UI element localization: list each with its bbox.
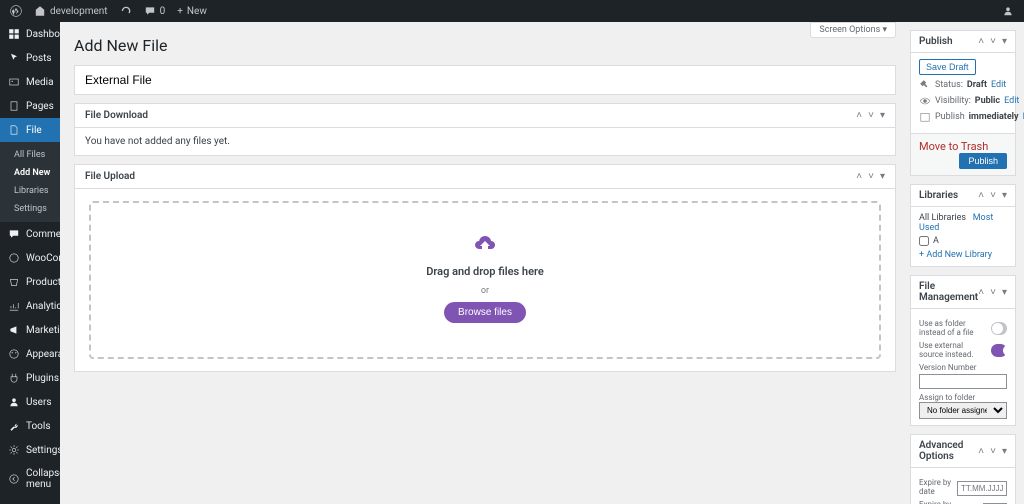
settings-icon <box>8 444 20 456</box>
move-to-trash-link[interactable]: Move to Trash <box>919 140 988 153</box>
analytics-icon <box>8 300 20 312</box>
external-source-toggle[interactable] <box>991 344 1007 357</box>
calendar-icon <box>919 111 931 123</box>
updates-icon[interactable] <box>120 5 132 17</box>
libraries-tab-all[interactable]: All Libraries <box>919 213 966 223</box>
sidebar-item-products[interactable]: Products <box>0 270 60 294</box>
pin-icon <box>919 79 931 91</box>
sidebar-item-users[interactable]: Users <box>0 390 60 414</box>
admin-sidebar: DashboardPostsMediaPagesFile All FilesAdd… <box>0 22 60 504</box>
site-name[interactable]: development <box>34 5 108 17</box>
comments-icon <box>8 228 20 240</box>
appearance-icon <box>8 348 20 360</box>
publish-button[interactable]: Publish <box>959 153 1007 169</box>
sidebar-sub-settings[interactable]: Settings <box>0 200 60 218</box>
panel-title: File Upload <box>85 171 135 182</box>
comments-count[interactable]: 0 <box>144 5 166 17</box>
new-content[interactable]: + New <box>177 6 207 17</box>
box-title: File Management <box>919 281 978 303</box>
sidebar-item-comments[interactable]: Comments <box>0 222 60 246</box>
file-title-input[interactable] <box>74 65 896 95</box>
version-input[interactable] <box>919 374 1007 389</box>
plugins-icon <box>8 372 20 384</box>
dashboard-icon <box>8 28 20 40</box>
publish-box: Publish˄˅▾ Save Draft Status: Draft Edit… <box>910 30 1016 176</box>
marketing-icon <box>8 324 20 336</box>
wp-logo[interactable] <box>10 5 22 17</box>
products-icon <box>8 276 20 288</box>
sidebar-item-woocommerce[interactable]: WooCommerce <box>0 246 60 270</box>
file-download-panel: File Download ˄ ˅ ▾ You have not added any… <box>74 103 896 156</box>
sidebar-item-pages[interactable]: Pages <box>0 94 60 118</box>
users-icon <box>8 396 20 408</box>
edit-status-link[interactable]: Edit <box>991 80 1006 90</box>
sidebar-item-plugins[interactable]: Plugins <box>0 366 60 390</box>
browse-files-button[interactable]: Browse files <box>444 302 526 323</box>
file-management-box: File Management˄˅▾ Use as folder instead… <box>910 275 1016 426</box>
library-checkbox-a[interactable] <box>919 236 929 246</box>
save-draft-button[interactable]: Save Draft <box>919 59 976 75</box>
pages-icon <box>8 100 20 112</box>
file-icon <box>8 124 20 136</box>
file-upload-panel: File Upload ˄ ˅ ▾ Drag and drop files here… <box>74 164 896 372</box>
file-download-empty: You have not added any files yet. <box>75 128 895 155</box>
collapse-icon <box>8 473 20 485</box>
tools-icon <box>8 420 20 432</box>
upload-cloud-icon <box>473 233 497 257</box>
libraries-box: Libraries˄˅▾ All Libraries Most Used A +… <box>910 184 1016 267</box>
sidebar-item-tools[interactable]: Tools <box>0 414 60 438</box>
folder-toggle[interactable] <box>991 322 1007 335</box>
panel-title: File Download <box>85 110 148 121</box>
panel-down-icon[interactable]: ˅ <box>868 110 874 121</box>
dropzone-text: Drag and drop files here <box>101 265 869 278</box>
box-title: Advanced Options <box>919 440 978 462</box>
user-menu[interactable] <box>1002 5 1014 17</box>
sidebar-item-posts[interactable]: Posts <box>0 46 60 70</box>
sidebar-item-file[interactable]: File <box>0 118 60 142</box>
expire-date-input[interactable] <box>957 481 1007 496</box>
right-column: Publish˄˅▾ Save Draft Status: Draft Edit… <box>910 22 1024 504</box>
sidebar-item-dashboard[interactable]: Dashboard <box>0 22 60 46</box>
page-title: Add New File <box>74 36 896 55</box>
folder-select[interactable]: No folder assigned <box>919 402 1007 419</box>
panel-toggle-icon[interactable]: ▾ <box>880 171 885 182</box>
sidebar-item-appearance[interactable]: Appearance <box>0 342 60 366</box>
sidebar-item-marketing[interactable]: Marketing <box>0 318 60 342</box>
admin-bar: development 0 + New <box>0 0 1024 22</box>
sidebar-item-collapse-menu[interactable]: Collapse menu <box>0 462 60 496</box>
sidebar-item-media[interactable]: Media <box>0 70 60 94</box>
media-icon <box>8 76 20 88</box>
panel-toggle-icon[interactable]: ▾ <box>880 110 885 121</box>
woo-icon <box>8 252 20 264</box>
main-content: Screen Options ▾ Add New File File Downl… <box>60 22 910 504</box>
site-name-text: development <box>50 6 108 17</box>
box-title: Libraries <box>919 190 958 201</box>
dropzone-or: or <box>101 286 869 296</box>
posts-icon <box>8 52 20 64</box>
sidebar-sub-add-new[interactable]: Add New <box>0 164 60 182</box>
screen-options-toggle[interactable]: Screen Options ▾ <box>810 22 896 38</box>
add-library-link[interactable]: + Add New Library <box>919 250 1007 260</box>
advanced-options-box: Advanced Options˄˅▾ Expire by date Expir… <box>910 434 1016 504</box>
panel-up-icon[interactable]: ˄ <box>856 110 862 121</box>
panel-up-icon[interactable]: ˄ <box>856 171 862 182</box>
sidebar-item-settings[interactable]: Settings <box>0 438 60 462</box>
visibility-icon <box>919 95 931 107</box>
file-dropzone[interactable]: Drag and drop files here or Browse files <box>89 201 881 359</box>
sidebar-sub-libraries[interactable]: Libraries <box>0 182 60 200</box>
edit-visibility-link[interactable]: Edit <box>1004 96 1019 106</box>
box-title: Publish <box>919 36 953 47</box>
sidebar-item-analytics[interactable]: Analytics <box>0 294 60 318</box>
sidebar-sub-all-files[interactable]: All Files <box>0 146 60 164</box>
panel-down-icon[interactable]: ˅ <box>868 171 874 182</box>
